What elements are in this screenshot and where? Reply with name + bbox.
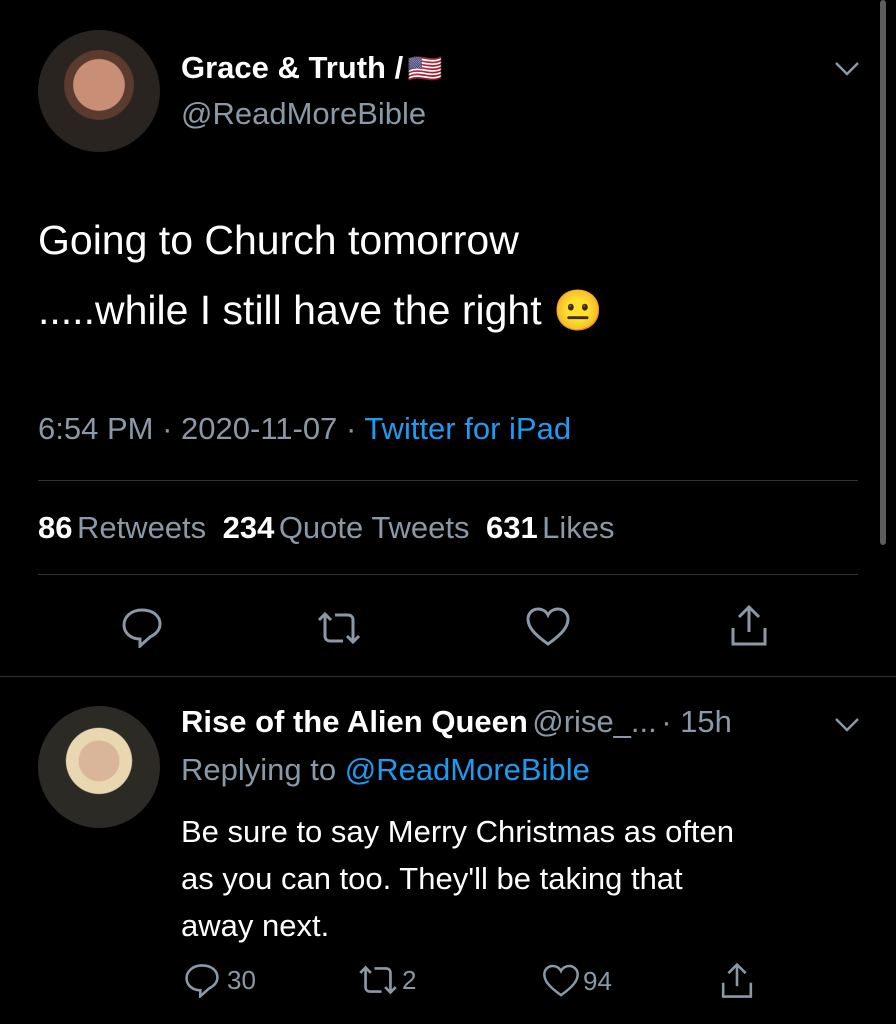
tweet-meta: 6:54 PM · 2020-11-07 · Twitter for iPad xyxy=(38,411,571,447)
retweet-icon[interactable] xyxy=(315,610,363,646)
likes-count: 631 xyxy=(485,510,538,545)
reply-time: · 15h xyxy=(661,704,732,739)
flag-emoji: 🇺🇸 xyxy=(407,53,443,84)
tweet-text-line-2: .....while I still have the right xyxy=(38,287,542,333)
divider xyxy=(0,676,896,677)
tweet-text-line-1: Going to Church tomorrow xyxy=(38,217,519,263)
share-icon[interactable] xyxy=(727,604,771,648)
chevron-down-icon[interactable] xyxy=(834,716,860,734)
replying-to-handle[interactable]: @ReadMoreBible xyxy=(345,752,590,787)
tweet-text: Going to Church tomorrow .....while I st… xyxy=(38,205,858,346)
scrollbar[interactable] xyxy=(880,0,886,545)
retweets-count: 86 xyxy=(38,510,73,545)
tweet-stats: 86 Retweets 234 Quote Tweets 631 Likes xyxy=(38,510,615,546)
like-icon[interactable] xyxy=(524,606,572,648)
reply-icon xyxy=(183,962,221,998)
reply-author-name[interactable]: Rise of the Alien Queen xyxy=(181,704,528,739)
meta-separator: · xyxy=(162,411,173,446)
reply-text-line-3: away next. xyxy=(181,908,330,943)
replying-to-label: Replying to xyxy=(181,752,337,787)
quotes-label: Quote Tweets xyxy=(278,510,470,545)
retweets-label: Retweets xyxy=(76,510,207,545)
reply-author-handle[interactable]: @rise_... xyxy=(532,704,657,739)
divider xyxy=(38,574,858,575)
retweets-stat[interactable]: 86 Retweets xyxy=(38,510,211,545)
chevron-down-icon[interactable] xyxy=(834,60,860,78)
tweet-source-link[interactable]: Twitter for iPad xyxy=(364,411,571,446)
tweet-date: 2020-11-07 xyxy=(181,411,338,446)
reply-icon[interactable] xyxy=(120,606,164,648)
likes-label: Likes xyxy=(542,510,615,545)
tweet-time: 6:54 PM xyxy=(38,411,154,446)
like-icon xyxy=(541,963,581,999)
replying-to: Replying to @ReadMoreBible xyxy=(181,752,590,788)
reply-action-retweet[interactable]: 2 xyxy=(356,964,416,996)
author-handle[interactable]: @ReadMoreBible xyxy=(181,96,426,132)
likes-stat[interactable]: 631 Likes xyxy=(486,510,615,545)
retweet-icon xyxy=(356,964,400,996)
reply-action-reply[interactable]: 30 xyxy=(183,962,256,998)
author-name-row[interactable]: Grace & Truth / 🇺🇸 xyxy=(181,50,443,86)
reply-text: Be sure to say Merry Christmas as often … xyxy=(181,808,871,949)
author-avatar[interactable] xyxy=(38,30,160,152)
quotes-stat[interactable]: 234 Quote Tweets xyxy=(223,510,474,545)
author-name: Grace & Truth / xyxy=(181,50,404,85)
neutral-face-emoji: 😐 xyxy=(553,289,603,333)
quotes-count: 234 xyxy=(222,510,275,545)
reply-author-avatar[interactable] xyxy=(38,706,160,828)
like-count: 94 xyxy=(583,965,612,996)
divider xyxy=(38,480,858,481)
meta-separator: · xyxy=(345,411,357,446)
reply-text-line-2: as you can too. They'll be taking that xyxy=(181,861,683,896)
reply-text-line-1: Be sure to say Merry Christmas as often xyxy=(181,814,735,849)
reply-header: Rise of the Alien Queen @rise_... · 15h xyxy=(181,704,732,740)
reply-count: 30 xyxy=(227,964,256,995)
reply-action-like[interactable]: 94 xyxy=(541,963,612,999)
retweet-count: 2 xyxy=(402,964,417,995)
share-icon[interactable] xyxy=(718,962,756,1000)
